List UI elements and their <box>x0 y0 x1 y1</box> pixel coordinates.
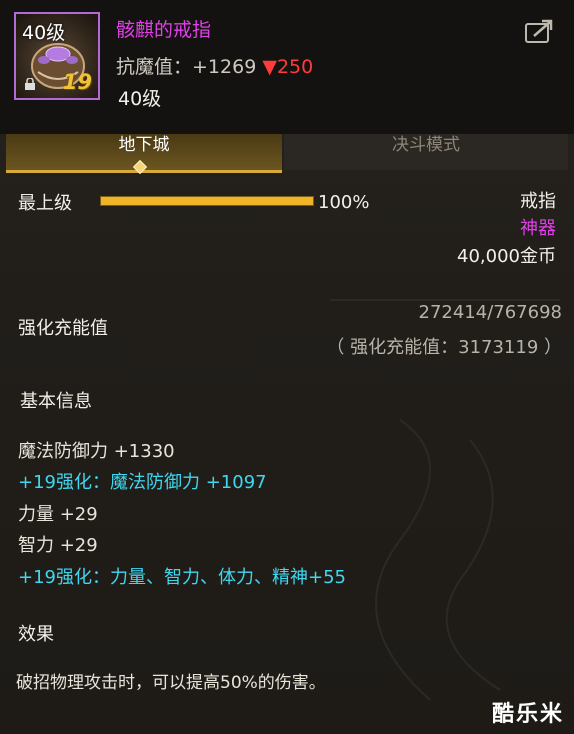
item-icon-frame[interactable]: 40级 19 <box>14 12 100 100</box>
share-icon[interactable] <box>524 18 554 44</box>
item-main-stat: 抗魔值：+1269 ▼250 <box>116 52 313 79</box>
grade-progress-bar <box>100 196 314 206</box>
stat-line: 力量 +29 <box>18 504 98 525</box>
stat-value: +1269 <box>192 56 257 78</box>
grade-progress-text: 100% <box>318 192 370 213</box>
stat-line-enhance: +19强化：魔法防御力 +1097 <box>18 472 267 493</box>
watermark: 酷乐米 <box>491 702 564 727</box>
charge-value: 272414/767698 <box>418 302 563 323</box>
item-level-badge: 40级 <box>22 22 66 44</box>
item-level-text: 40级 <box>118 88 162 110</box>
grade-label: 最上级 <box>18 193 72 214</box>
basic-info-title: 基本信息 <box>20 391 92 412</box>
stat-line-enhance: +19强化：力量、智力、体力、精神+55 <box>18 567 346 588</box>
charge-total: （ 强化充能值：3173119 ） <box>326 337 562 358</box>
effect-text: 破招物理攻击时，可以提高50%的伤害。 <box>16 673 326 693</box>
item-name: 骸麒的戒指 <box>116 19 212 41</box>
item-rarity: 神器 <box>520 218 556 239</box>
item-header: 40级 19 骸麒的戒指 抗魔值：+1269 ▼250 40级 <box>0 0 574 134</box>
tab-duel-mode[interactable]: 决斗模式 <box>284 134 568 170</box>
stat-label: 抗魔值： <box>116 56 193 78</box>
stat-line: 魔法防御力 +1330 <box>18 441 175 462</box>
stat-diff: ▼250 <box>262 56 314 78</box>
mode-tabs: 地下城 决斗模式 <box>6 134 568 173</box>
stat-line: 智力 +29 <box>18 535 98 556</box>
item-price: 40,000金币 <box>457 246 556 267</box>
item-type: 戒指 <box>520 191 556 212</box>
enhance-level-number: 19 <box>62 70 92 94</box>
item-tooltip-panel: 40级 19 骸麒的戒指 抗魔值：+1269 ▼250 40级 地下城 决斗模式… <box>0 0 574 734</box>
lock-icon <box>25 78 35 90</box>
effect-title: 效果 <box>18 624 54 645</box>
charge-label: 强化充能值 <box>18 318 108 339</box>
